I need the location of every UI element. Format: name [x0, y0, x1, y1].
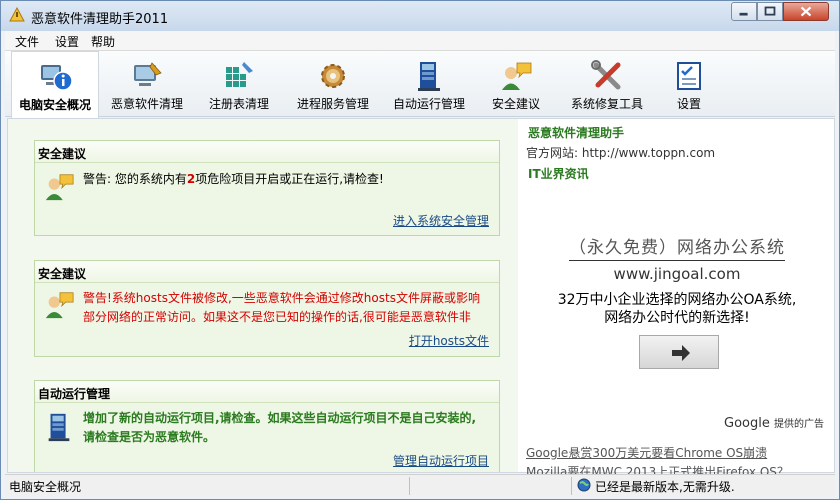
- arrow-right-icon: [672, 345, 690, 361]
- warning-message: 警告: 您的系统内有2项危险项目开启或正在运行,请检查!: [83, 170, 384, 189]
- open-hosts-link[interactable]: 打开hosts文件: [409, 332, 489, 349]
- title-bar[interactable]: 恶意软件清理助手2011: [1, 1, 839, 31]
- hosts-advice-panel: 安全建议 警告!系统hosts文件被修改,一些恶意软件会通过修改hosts文件屏…: [34, 260, 500, 357]
- status-divider: [571, 477, 572, 495]
- tab-label: 注册表清理: [208, 97, 269, 111]
- autorun-icon: [418, 62, 440, 91]
- main-toolbar: 电脑安全概况 恶意软件清理 注册表清理 进程服务管理 自动运行管理 安全建议 系…: [5, 51, 835, 118]
- tab-process-service[interactable]: 进程服务管理: [287, 51, 379, 117]
- tab-malware-clean[interactable]: 恶意软件清理: [103, 51, 191, 117]
- maximize-button[interactable]: [757, 2, 783, 21]
- tab-label: 电脑安全概况: [18, 98, 91, 112]
- globe-icon: [577, 478, 591, 492]
- warning-text-suffix: 项危险项目开启或正在运行,请检查!: [195, 172, 384, 186]
- repair-tools-icon: [591, 60, 621, 90]
- maximize-icon: [764, 6, 776, 16]
- google-ad-box[interactable]: （永久免费）网络办公系统 www.jingoal.com 32万中小企业选择的网…: [524, 185, 830, 435]
- computer-info-icon: [41, 65, 73, 91]
- app-window: 恶意软件清理助手2011 文件 设置 帮助 电脑安全概况 恶意软件清理 注册表清…: [0, 0, 840, 500]
- enter-security-manage-link[interactable]: 进入系统安全管理: [393, 212, 489, 229]
- content-area: 安全建议 警告: 您的系统内有2项危险项目开启或正在运行,请检查! 进入系统安全…: [7, 118, 835, 479]
- status-bar: 电脑安全概况 已经是最新版本,无需升级.: [5, 474, 835, 496]
- hosts-warning-title: 警告!系统hosts文件被修改: [83, 291, 228, 305]
- close-button[interactable]: [783, 2, 829, 21]
- official-site-link[interactable]: 官方网站: http://www.toppn.com: [526, 144, 715, 161]
- security-advice-icon: [502, 62, 532, 90]
- tab-autorun[interactable]: 自动运行管理: [383, 51, 475, 117]
- it-news-header: IT业界资讯: [528, 167, 589, 181]
- warning-text-prefix: 警告: 您的系统内有: [83, 172, 187, 186]
- ads-by-text: 提供的广告: [774, 419, 824, 430]
- menu-file[interactable]: 文件: [15, 33, 39, 50]
- autorun-panel: 自动运行管理 增加了新的自动运行项目,请检查。如果这些自动运行项目不是自己安装的…: [34, 380, 500, 472]
- tab-settings[interactable]: 设置: [659, 51, 719, 117]
- manage-autorun-link[interactable]: 管理自动运行项目: [393, 452, 489, 469]
- info-sidebar: 恶意软件清理助手 官方网站: http://www.toppn.com IT业界…: [522, 119, 834, 479]
- minimize-icon: [739, 12, 748, 16]
- minimize-button[interactable]: [731, 2, 757, 21]
- menu-help[interactable]: 帮助: [91, 33, 115, 50]
- tab-label: 设置: [676, 97, 701, 111]
- autorun-message: 增加了新的自动运行项目,请检查。如果这些自动运行项目不是自己安装的, 请检查是否…: [83, 409, 495, 447]
- process-gear-icon: [321, 64, 345, 88]
- hosts-warning-message: 警告!系统hosts文件被修改,一些恶意软件会通过修改hosts文件屏蔽或影响 …: [83, 289, 495, 327]
- registry-clean-icon: [226, 62, 253, 87]
- panel-title: 安全建议: [35, 141, 499, 163]
- tab-security-advice[interactable]: 安全建议: [481, 51, 551, 117]
- status-divider: [409, 477, 410, 495]
- autorun-line1: 增加了新的自动运行项目,请检查。如果这些自动运行项目不是自己安装的,: [83, 411, 477, 425]
- close-icon: [800, 6, 812, 17]
- security-advice-icon: [45, 174, 74, 201]
- security-advice-icon: [45, 292, 74, 319]
- ad-title[interactable]: （永久免费）网络办公系统: [524, 233, 830, 261]
- tab-label: 进程服务管理: [296, 97, 369, 111]
- ad-url[interactable]: www.jingoal.com: [524, 265, 830, 283]
- ad-line2: 网络办公时代的新选择!: [604, 310, 750, 326]
- malware-clean-icon: [134, 62, 162, 86]
- window-title: 恶意软件清理助手2011: [31, 12, 169, 27]
- autorun-icon: [48, 413, 70, 442]
- settings-checklist-icon: [677, 62, 701, 90]
- danger-count: 2: [186, 172, 196, 186]
- tab-system-repair[interactable]: 系统修复工具: [561, 51, 653, 117]
- tab-security-overview[interactable]: 电脑安全概况: [11, 51, 99, 118]
- google-ads-label: Google 提供的广告: [724, 415, 824, 431]
- hosts-warning-line2: 部分网络的正常访问。如果这不是您已知的操作的话,很可能是恶意软件非: [83, 310, 471, 324]
- overview-pane: 安全建议 警告: 您的系统内有2项危险项目开启或正在运行,请检查! 进入系统安全…: [8, 119, 518, 472]
- tab-label: 系统修复工具: [570, 97, 643, 111]
- tab-label: 恶意软件清理: [110, 97, 183, 111]
- tab-registry-clean[interactable]: 注册表清理: [195, 51, 283, 117]
- ad-go-button[interactable]: [639, 335, 719, 369]
- ad-line1: 32万中小企业选择的网络办公OA系统,: [557, 292, 797, 308]
- panel-title: 安全建议: [35, 261, 499, 283]
- status-page-name: 电脑安全概况: [9, 480, 82, 494]
- autorun-line2: 请检查是否为恶意软件。: [83, 430, 216, 444]
- ad-title-text: （永久免费）网络办公系统: [569, 238, 785, 261]
- news-item[interactable]: Google悬赏300万美元要看Chrome OS崩溃: [526, 444, 830, 461]
- app-logo-icon: [9, 7, 25, 22]
- update-status: 已经是最新版本,无需升级.: [595, 480, 735, 494]
- sidebar-app-name: 恶意软件清理助手: [528, 126, 625, 140]
- google-logo-text: Google: [724, 416, 770, 431]
- panel-title: 自动运行管理: [35, 381, 499, 403]
- tab-label: 安全建议: [491, 97, 540, 111]
- tab-label: 自动运行管理: [392, 97, 465, 111]
- menu-settings[interactable]: 设置: [55, 33, 79, 50]
- hosts-warning-line1: ,一些恶意软件会通过修改hosts文件屏蔽或影响: [227, 291, 480, 305]
- security-advice-panel: 安全建议 警告: 您的系统内有2项危险项目开启或正在运行,请检查! 进入系统安全…: [34, 140, 500, 236]
- menu-bar: 文件 设置 帮助: [5, 31, 835, 51]
